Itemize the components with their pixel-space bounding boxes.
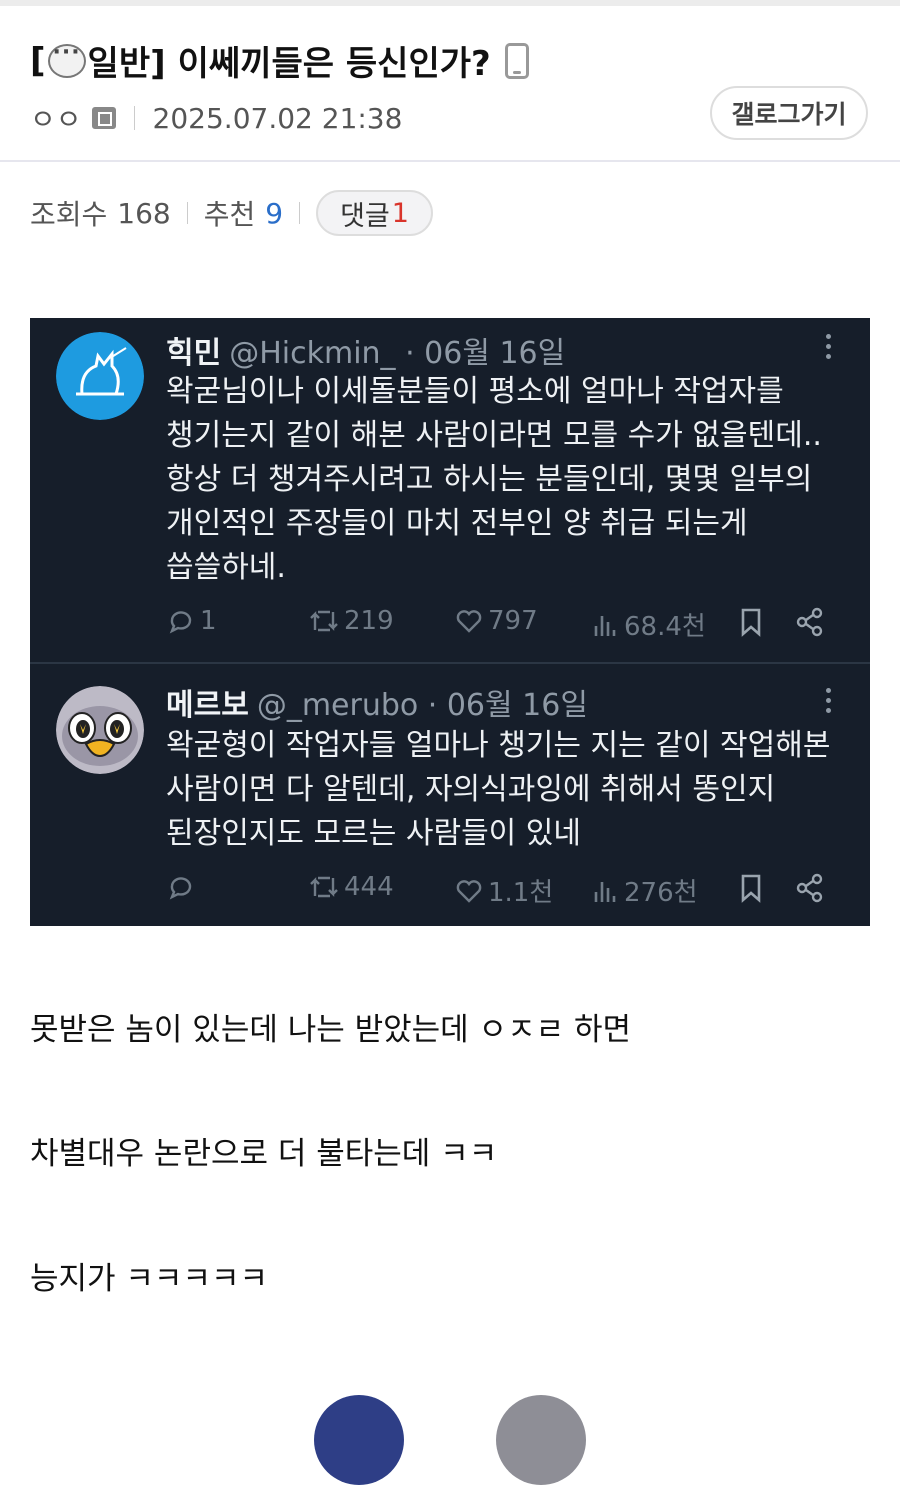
tweet-actions: 1 219 797 68.4천	[166, 606, 846, 646]
tweet-header: 메르보 @_merubo · 06월 16일	[166, 680, 588, 724]
reply-action[interactable]	[166, 872, 200, 902]
not-recommend-button[interactable]	[496, 1395, 586, 1485]
views-action[interactable]: 276천	[592, 872, 698, 909]
tweet-screenshot: 힉민 @Hickmin_ · 06월 16일 왁굳님이나 이세돌분들이 평소에 얼…	[30, 318, 870, 926]
share-icon	[796, 873, 823, 903]
body-line: 못받은 놈이 있는데 나는 받았는데 ㅇㅈㄹ 하면	[30, 1012, 632, 1048]
reply-icon	[169, 611, 192, 634]
views-action[interactable]: 68.4천	[592, 606, 706, 643]
phone-icon	[504, 42, 529, 79]
like-action[interactable]: 1.1천	[454, 872, 553, 909]
title-prefix: [	[30, 40, 46, 81]
reply-action[interactable]: 1	[166, 606, 217, 636]
share-action[interactable]	[794, 606, 830, 638]
share-action[interactable]	[794, 872, 830, 904]
bar-chart-icon	[594, 881, 616, 902]
heart-icon	[456, 610, 482, 633]
retweet-action[interactable]: 444	[308, 872, 394, 902]
recommend-button[interactable]	[314, 1395, 404, 1485]
like-count: 797	[488, 606, 538, 636]
stats-separator	[186, 202, 188, 224]
post-stats: 조회수 168 추천 9 댓글 1	[30, 190, 433, 236]
tweet-actions: 444 1.1천 276천	[166, 872, 846, 912]
title-text: 이쎄끼들은 등신인가?	[177, 44, 491, 84]
more-options-icon[interactable]	[826, 334, 832, 364]
meta-separator	[133, 106, 135, 130]
recommend-count: 9	[265, 196, 284, 230]
title-category: 일반]	[87, 44, 166, 84]
reply-icon	[169, 877, 192, 900]
post-header: [ 일반] 이쎄끼들은 등신인가? ㅇㅇ 2025.07.02 21:38 갤로…	[0, 6, 900, 162]
bookmark-icon	[741, 874, 761, 903]
reply-count: 1	[200, 606, 217, 636]
tweet-author-name[interactable]: 힉민	[166, 336, 221, 371]
body-line: 차별대우 논란으로 더 불타는데 ㅋㅋ	[30, 1136, 498, 1172]
views-count: 168	[117, 196, 171, 230]
views-count: 276천	[624, 878, 698, 908]
recommend-label: 추천	[203, 198, 256, 231]
like-action[interactable]: 797	[454, 606, 538, 636]
speech-bubble-icon	[47, 40, 86, 78]
avatar	[56, 332, 144, 420]
tweet-author-name[interactable]: 메르보	[166, 688, 249, 723]
tweet-header: 힉민 @Hickmin_ · 06월 16일	[166, 328, 565, 372]
post-title: [ 일반] 이쎄끼들은 등신인가?	[30, 36, 529, 85]
share-icon	[796, 607, 823, 637]
like-count: 1.1천	[488, 878, 554, 908]
retweet-icon	[310, 876, 338, 898]
retweet-count: 444	[344, 872, 394, 902]
body-line: 능지가 ㅋㅋㅋㅋㅋ	[30, 1261, 269, 1297]
tweet-card: 메르보 @_merubo · 06월 16일 왁굳형이 작업자들 얼마나 챙기는 …	[30, 664, 870, 926]
post-datetime: 2025.07.02 21:38	[152, 101, 403, 135]
gallog-button[interactable]: 갤로그가기	[710, 86, 868, 140]
post-meta: ㅇㅇ 2025.07.02 21:38	[30, 98, 402, 138]
bookmark-action[interactable]	[736, 606, 770, 638]
retweet-count: 219	[344, 606, 394, 636]
comments-count: 1	[391, 197, 409, 229]
views-count: 68.4천	[624, 612, 706, 642]
bookmark-action[interactable]	[736, 872, 770, 904]
retweet-icon	[310, 610, 338, 632]
tweet-text: 왁굳님이나 이세돌분들이 평소에 얼마나 작업자를 챙기는지 같이 해본 사람이…	[166, 374, 822, 585]
gallog-badge-icon	[91, 107, 116, 129]
comments-button[interactable]: 댓글 1	[316, 190, 433, 236]
more-options-icon[interactable]	[826, 688, 832, 718]
bar-chart-icon	[594, 615, 616, 636]
tweet-text: 왁굳형이 작업자들 얼마나 챙기는 지는 같이 작업해본 사람이면 다 알텐데,…	[166, 728, 831, 851]
heart-icon	[456, 879, 482, 903]
avatar	[56, 686, 144, 774]
views-label: 조회수	[30, 198, 108, 231]
tweet-handle-date: @Hickmin_ · 06월 16일	[229, 336, 566, 371]
author-name[interactable]: ㅇㅇ	[30, 98, 82, 138]
tweet-card: 힉민 @Hickmin_ · 06월 16일 왁굳님이나 이세돌분들이 평소에 얼…	[30, 318, 870, 662]
stats-separator	[299, 202, 301, 224]
comments-label: 댓글	[340, 200, 390, 232]
bookmark-icon	[741, 608, 761, 637]
retweet-action[interactable]: 219	[308, 606, 394, 636]
tweet-handle-date: @_merubo · 06월 16일	[256, 688, 588, 723]
